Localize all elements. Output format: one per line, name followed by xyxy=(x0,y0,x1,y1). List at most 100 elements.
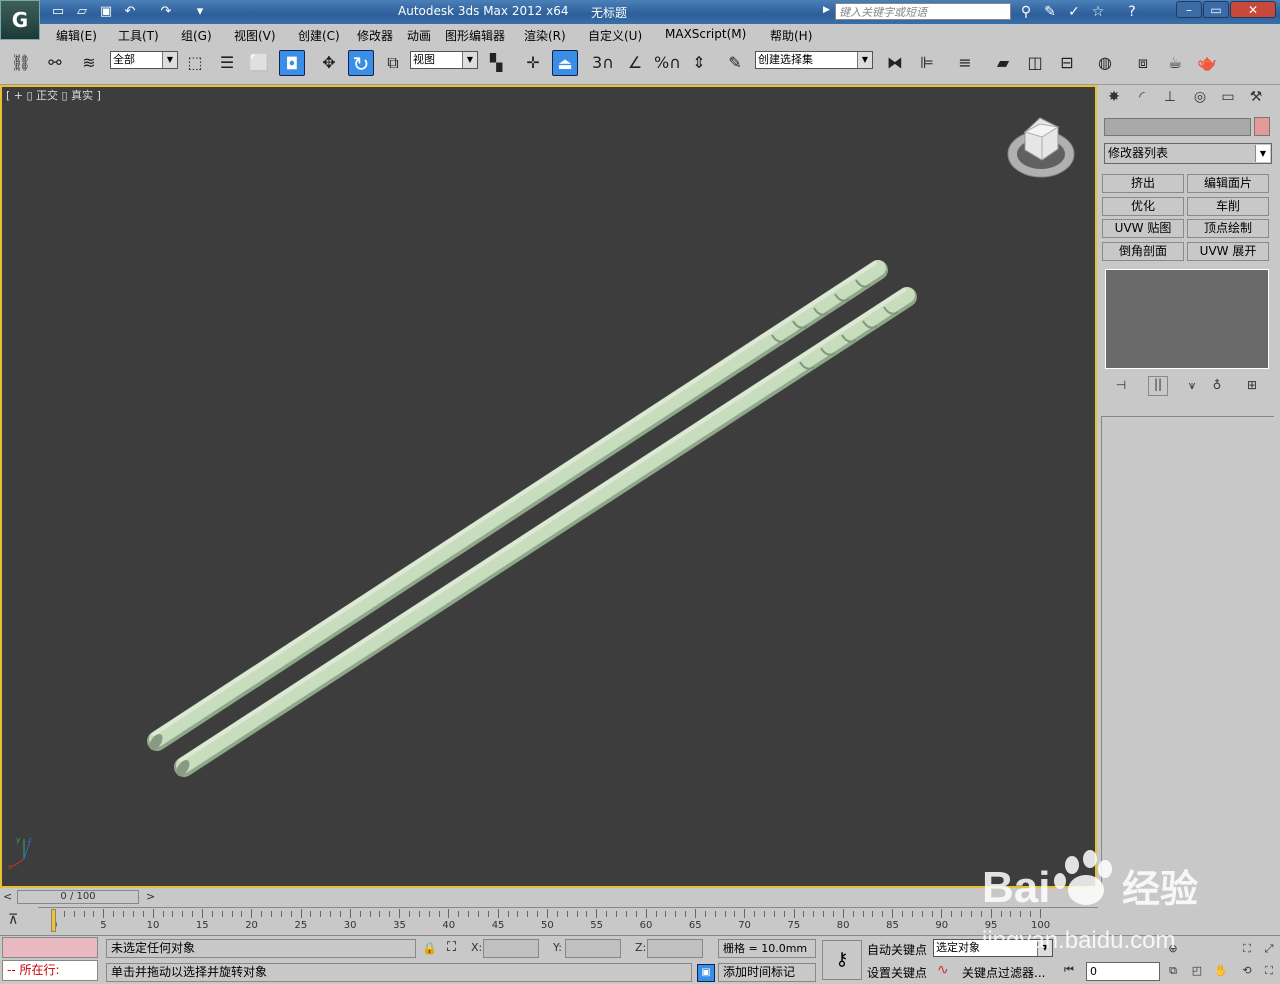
angle-snap-icon[interactable]: ∠ xyxy=(622,50,648,76)
named-selection-dropdown[interactable]: 创建选择集 ▼ xyxy=(755,51,873,69)
subscription-icon[interactable]: ✎ xyxy=(1040,3,1060,21)
communication-center-icon[interactable]: ✓ xyxy=(1064,3,1084,21)
graphite-modeling-icon[interactable]: ▰ xyxy=(990,50,1016,76)
spinner-snap-icon[interactable]: ⇕ xyxy=(686,50,712,76)
menu-create[interactable]: 创建(C) xyxy=(298,27,340,44)
undo-icon[interactable]: ↶ xyxy=(120,3,140,21)
menu-animation[interactable]: 动画 xyxy=(407,27,431,44)
modify-tab-icon[interactable]: ◜ xyxy=(1130,89,1154,109)
keyboard-shortcut-override-icon[interactable]: ⏏ xyxy=(552,50,578,76)
layer-manager-icon[interactable]: ≡ xyxy=(952,50,978,76)
z-coordinate-field[interactable] xyxy=(647,939,703,958)
bevel-profile-button[interactable]: 倒角剖面 xyxy=(1102,242,1184,261)
prev-frame-arrow-icon[interactable]: < xyxy=(3,890,12,903)
rectangular-selection-icon[interactable]: ⬜ xyxy=(246,50,272,76)
menu-view[interactable]: 视图(V) xyxy=(234,27,276,44)
save-file-icon[interactable]: ▣ xyxy=(96,3,116,21)
minimize-button[interactable]: – xyxy=(1176,1,1202,18)
schematic-view-icon[interactable]: ⊟ xyxy=(1054,50,1080,76)
object-name-field[interactable] xyxy=(1104,118,1251,136)
search-expand-icon[interactable]: ▶ xyxy=(823,5,830,15)
search-input[interactable]: 键入关键字或短语 xyxy=(835,3,1011,20)
curve-editor-icon[interactable]: ◫ xyxy=(1022,50,1048,76)
use-pivot-center-icon[interactable]: ▚ xyxy=(483,50,509,76)
current-frame-marker[interactable] xyxy=(51,909,56,932)
show-end-result-icon[interactable]: || xyxy=(1148,376,1168,396)
mini-curve-editor-icon[interactable]: ⊼ xyxy=(8,912,18,928)
hierarchy-tab-icon[interactable]: ⊥ xyxy=(1158,89,1182,109)
maxscript-listener[interactable] xyxy=(2,937,98,958)
edit-named-selection-icon[interactable]: ✎ xyxy=(722,50,748,76)
uvw-map-button[interactable]: UVW 贴图 xyxy=(1102,219,1184,238)
lock-selection-icon[interactable]: 🔒 xyxy=(422,941,437,955)
menu-group[interactable]: 组(G) xyxy=(181,27,212,44)
menu-maxscript[interactable]: MAXScript(M) xyxy=(665,27,746,41)
menu-edit[interactable]: 编辑(E) xyxy=(56,27,97,44)
menu-rendering[interactable]: 渲染(R) xyxy=(524,27,566,44)
select-object-icon[interactable]: ⬚ xyxy=(182,50,208,76)
viewcube-icon[interactable] xyxy=(1007,117,1075,178)
utilities-tab-icon[interactable]: ⚒ xyxy=(1244,89,1268,109)
menu-tools[interactable]: 工具(T) xyxy=(118,27,159,44)
chopstick-model[interactable] xyxy=(147,260,888,752)
select-and-scale-icon[interactable]: ⧉ xyxy=(380,50,406,76)
help-icon[interactable]: ? xyxy=(1122,3,1142,21)
mirror-icon[interactable]: ⧓ xyxy=(882,50,908,76)
menu-help[interactable]: 帮助(H) xyxy=(770,27,812,44)
customize-quick-access-icon[interactable]: ▾ xyxy=(190,3,210,21)
rendered-frame-window-icon[interactable]: ☕ xyxy=(1162,50,1188,76)
select-and-move-icon[interactable]: ✥ xyxy=(316,50,342,76)
reference-coordinate-dropdown[interactable]: 视图 ▼ xyxy=(410,51,478,69)
menu-graph-editors[interactable]: 图形编辑器 xyxy=(445,27,505,44)
edit-patch-button[interactable]: 编辑面片 xyxy=(1187,174,1269,193)
auto-key-button[interactable]: 自动关键点 xyxy=(867,941,927,958)
menu-modifiers[interactable]: 修改器 xyxy=(357,27,393,44)
align-icon[interactable]: ⊫ xyxy=(914,50,940,76)
app-logo-button[interactable]: G xyxy=(0,0,40,40)
pin-stack-icon[interactable]: ⊣ xyxy=(1112,378,1130,394)
close-button[interactable]: ✕ xyxy=(1230,1,1276,18)
select-and-link-icon[interactable]: ⛓ xyxy=(8,50,34,76)
favorites-star-icon[interactable]: ☆ xyxy=(1088,3,1108,21)
modifier-stack-view[interactable] xyxy=(1105,269,1269,369)
maximize-button[interactable]: ▭ xyxy=(1203,1,1229,18)
object-color-swatch[interactable] xyxy=(1254,117,1270,136)
select-and-manipulate-icon[interactable]: ✛ xyxy=(520,50,546,76)
render-setup-icon[interactable]: ⧈ xyxy=(1130,50,1156,76)
select-by-name-icon[interactable]: ☰ xyxy=(214,50,240,76)
new-file-icon[interactable]: ▭ xyxy=(48,3,68,21)
modifier-list-dropdown[interactable]: 修改器列表 ▼ xyxy=(1104,143,1272,164)
lathe-button[interactable]: 车削 xyxy=(1187,197,1269,216)
binoculars-icon[interactable]: ⚲ xyxy=(1016,3,1036,21)
render-production-icon[interactable]: 🫖 xyxy=(1194,50,1220,76)
remove-modifier-icon[interactable]: ♁ xyxy=(1208,378,1226,394)
unlink-selection-icon[interactable]: ⚯ xyxy=(42,50,68,76)
set-key-icon[interactable]: ⚷ xyxy=(822,940,862,980)
motion-tab-icon[interactable]: ◎ xyxy=(1188,89,1212,109)
unwrap-uvw-button[interactable]: UVW 展开 xyxy=(1187,242,1269,261)
add-time-tag-button[interactable]: 添加时间标记 xyxy=(718,963,816,982)
percent-snap-icon[interactable]: %∩ xyxy=(654,50,681,76)
x-coordinate-field[interactable] xyxy=(483,939,539,958)
y-coordinate-field[interactable] xyxy=(565,939,621,958)
create-tab-icon[interactable]: ✸ xyxy=(1102,89,1126,109)
set-key-button[interactable]: 设置关键点 xyxy=(867,964,927,981)
time-slider-thumb[interactable]: 0 / 100 xyxy=(17,890,139,904)
time-slider-track[interactable] xyxy=(0,888,1097,906)
time-tag-icon[interactable]: ▣ xyxy=(697,964,715,982)
open-file-icon[interactable]: ▱ xyxy=(72,3,92,21)
configure-modifier-sets-icon[interactable]: ⊞ xyxy=(1243,378,1261,394)
redo-icon[interactable]: ↷ xyxy=(156,3,176,21)
absolute-mode-icon[interactable]: ⛶ xyxy=(447,940,456,955)
menu-customize[interactable]: 自定义(U) xyxy=(588,27,642,44)
next-frame-arrow-icon[interactable]: > xyxy=(146,890,155,903)
display-tab-icon[interactable]: ▭ xyxy=(1216,89,1240,109)
window-crossing-icon[interactable]: ◘ xyxy=(279,50,305,76)
chopstick-model[interactable] xyxy=(174,287,917,778)
snaps-toggle-icon[interactable]: 3∩ xyxy=(590,50,616,76)
extrude-button[interactable]: 挤出 xyxy=(1102,174,1184,193)
make-unique-icon[interactable]: ⩛ xyxy=(1183,378,1201,394)
vertex-paint-button[interactable]: 顶点绘制 xyxy=(1187,219,1269,238)
select-and-rotate-icon[interactable]: ↻ xyxy=(348,50,374,76)
optimize-button[interactable]: 优化 xyxy=(1102,197,1184,216)
